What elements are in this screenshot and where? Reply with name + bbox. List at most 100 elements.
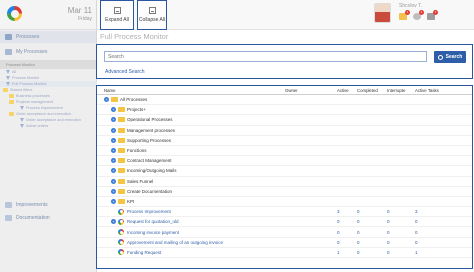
folder-icon [3,88,8,92]
col-completed[interactable]: Completed [357,88,387,93]
cell-interrupted[interactable]: 0 [387,219,415,224]
col-owner[interactable]: Owner [285,88,337,93]
user-area: Shcolov T. 1 1 1 [374,0,474,30]
cell-completed[interactable]: 0 [357,219,387,224]
row-label[interactable]: Funding Request [127,250,161,255]
cell-active-tasks[interactable]: 0 [415,230,445,235]
col-active[interactable]: Active [337,88,357,93]
mail-icon[interactable]: 1 [399,10,410,20]
table-row[interactable]: Process Improvement 3 0 0 3 [97,207,472,218]
row-label: Supporting Processes [127,137,172,143]
tasks-icon[interactable]: 1 [427,10,438,20]
cell-completed[interactable]: 0 [357,230,387,235]
nav-documentation[interactable]: Documentation [0,212,97,224]
expand-all-button[interactable]: Expand All [100,0,134,30]
row-label[interactable]: Request for quotation_old [127,219,179,224]
cell-completed[interactable]: 0 [357,250,387,255]
cell-active-tasks[interactable]: 3 [415,209,445,214]
cell-completed[interactable]: 0 [357,240,387,245]
tree-item-active-orders[interactable]: Active orders [0,123,97,129]
nav-my-processes-label: My Processes [16,49,48,55]
expand-toggle-icon[interactable]: + [111,148,116,154]
user-icon[interactable]: 1 [413,10,424,20]
expand-toggle-icon[interactable]: + [111,127,116,133]
process-icon [118,249,124,256]
day-label: Friday [78,16,92,22]
table-row[interactable]: Incoming invoice payment 0 0 0 0 [97,227,472,238]
table-row[interactable]: + Supporting Processes [97,136,472,146]
expand-toggle-icon[interactable]: + [111,137,116,143]
search-input[interactable] [104,51,427,62]
expand-toggle-icon[interactable]: + [111,178,116,184]
cell-active[interactable]: 0 [337,230,357,235]
cell-interrupted[interactable]: 0 [387,250,415,255]
row-label[interactable]: Process Improvement [127,209,171,214]
cell-active-tasks[interactable]: 0 [415,240,445,245]
filter-tree: Process Monitor All Process Monitor Full… [0,60,97,129]
table-row[interactable]: + Contract Management [97,156,472,167]
cell-active[interactable]: 0 [337,219,357,224]
cell-interrupted[interactable]: 0 [387,240,415,245]
nav-bottom: Improvements Documentation [0,199,97,224]
search-panel: Search Advanced Search [96,44,473,79]
app-logo[interactable] [7,6,22,21]
table-row[interactable]: + Management processes [97,126,472,136]
expand-toggle-icon[interactable]: + [111,188,116,194]
folder-icon [118,117,125,123]
table-row[interactable]: Approvement and mailing of an outgoing i… [97,238,472,248]
table-row[interactable]: + Functions [97,146,472,157]
col-interrupted[interactable]: Interrupte [387,88,415,93]
search-button[interactable]: Search [434,51,466,63]
table-row[interactable]: + Request for quotation_old 0 0 0 0 [97,217,472,228]
expand-toggle-icon[interactable]: + [111,117,116,123]
cell-active[interactable]: 0 [337,240,357,245]
table-row[interactable]: + KPI [97,197,472,208]
process-icon [118,229,124,236]
documentation-icon [5,215,12,221]
folder-icon [118,127,125,133]
expand-toggle-icon[interactable]: + [104,97,109,103]
row-label[interactable]: Incoming invoice payment [127,230,179,235]
cell-active[interactable]: 1 [337,250,357,255]
table-row[interactable]: + Operational Processes [97,115,472,126]
expand-toggle-icon[interactable]: + [111,158,116,164]
cell-name: + All Processes [97,97,285,103]
cell-interrupted[interactable]: 0 [387,230,415,235]
row-label: Functions [127,148,147,154]
expand-toggle-icon[interactable]: + [111,168,116,174]
filter-icon [20,124,24,128]
col-name[interactable]: Name [97,88,285,93]
nav-my-processes[interactable]: My Processes [0,46,96,58]
user-name[interactable]: Shcolov T. [399,3,422,9]
collapse-all-button[interactable]: Collapse All [137,0,167,30]
row-label: Incoming/Outgoing Mails [127,168,177,174]
table-row[interactable]: + All Processes [97,95,472,106]
cell-name: + Sales Funnel [97,178,285,184]
nav-improvements[interactable]: Improvements [0,199,97,211]
expand-toggle-icon[interactable]: + [111,107,116,113]
cell-name: + KPI [97,198,285,204]
cell-active-tasks[interactable]: 1 [415,250,445,255]
table-row[interactable]: + Projects+ [97,105,472,116]
cell-active[interactable]: 3 [337,209,357,214]
nav-processes[interactable]: Processes [0,31,96,43]
cell-completed[interactable]: 0 [357,209,387,214]
advanced-search-link[interactable]: Advanced Search [105,69,144,75]
table-header: Name Owner Active Completed Interrupte A… [97,86,472,95]
table-row[interactable]: + Sales Funnel [97,177,472,187]
row-label[interactable]: Approvement and mailing of an outgoing i… [127,240,223,245]
cell-active-tasks[interactable]: 0 [415,219,445,224]
avatar[interactable] [374,3,391,23]
folder-icon [118,188,125,194]
table-row[interactable]: + Incoming/Outgoing Mails [97,166,472,177]
table-row[interactable]: Funding Request 1 0 0 1 [97,248,472,258]
process-monitor-section[interactable]: Process Monitor [0,60,97,69]
col-active-tasks[interactable]: Active Tasks [415,88,445,93]
processes-icon [5,34,12,40]
process-icon [118,218,124,225]
cell-interrupted[interactable]: 0 [387,209,415,214]
expand-toggle-icon[interactable]: + [111,219,116,225]
cell-name: + Functions [97,148,285,154]
table-row[interactable]: + Create Documentation [97,187,472,197]
expand-toggle-icon[interactable]: + [111,198,116,204]
